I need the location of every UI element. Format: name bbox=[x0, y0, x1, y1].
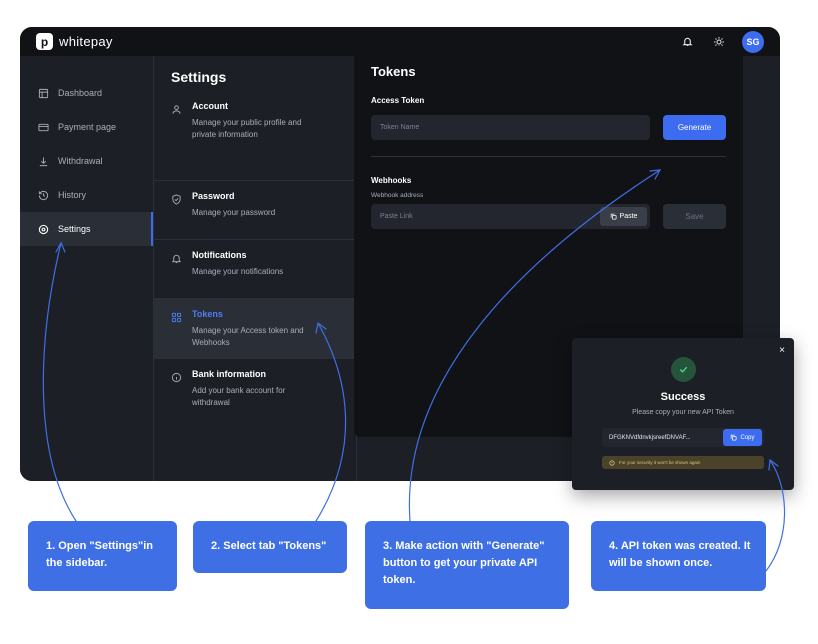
clipboard-icon bbox=[610, 213, 617, 220]
settings-item-desc: Add your bank account for withdrawal bbox=[192, 386, 286, 407]
shield-icon bbox=[171, 192, 182, 205]
grid-icon bbox=[171, 310, 182, 323]
card-icon bbox=[37, 121, 49, 133]
settings-item-name: Bank information bbox=[192, 369, 267, 379]
security-warning: For your security it won't be shown agai… bbox=[602, 456, 764, 469]
settings-item-tokens[interactable]: Tokens Manage your Access token and Webh… bbox=[154, 299, 356, 359]
settings-item-desc: Manage your notifications bbox=[192, 267, 284, 276]
settings-item-name: Tokens bbox=[192, 309, 223, 319]
download-icon bbox=[37, 155, 49, 167]
settings-item-name: Password bbox=[192, 191, 235, 201]
sidebar-item-label: Payment page bbox=[58, 122, 117, 132]
settings-item-name: Notifications bbox=[192, 250, 247, 260]
paste-label: Paste bbox=[619, 213, 638, 220]
user-icon bbox=[171, 102, 182, 114]
callout-step-1: 1. Open "Settings"in the sidebar. bbox=[28, 521, 177, 591]
sidebar-item-payment-page[interactable]: Payment page bbox=[20, 110, 153, 144]
copy-icon bbox=[731, 434, 737, 441]
logo-text: whitepay bbox=[59, 34, 113, 49]
sidebar-item-withdrawal[interactable]: Withdrawal bbox=[20, 144, 153, 178]
avatar[interactable]: SG bbox=[742, 30, 764, 53]
sidebar-item-history[interactable]: History bbox=[20, 178, 153, 212]
settings-title: Settings bbox=[171, 69, 227, 85]
close-icon[interactable]: × bbox=[779, 345, 785, 356]
callout-step-3: 3. Make action with "Generate" button to… bbox=[365, 521, 569, 609]
sidebar: Dashboard Payment page Withdrawal Histor… bbox=[20, 56, 154, 481]
success-popup: × Success Please copy your new API Token… bbox=[572, 338, 794, 490]
popup-title: Success bbox=[660, 391, 706, 403]
generate-button[interactable]: Generate bbox=[663, 115, 726, 140]
settings-item-password[interactable]: Password Manage your password bbox=[154, 181, 356, 240]
tokens-title: Tokens bbox=[371, 64, 416, 79]
token-value: DFGKNVdfdnvkjsreefDNVAF... bbox=[609, 434, 691, 441]
settings-item-bank-information[interactable]: Bank information Add your bank account f… bbox=[154, 359, 356, 429]
warning-icon bbox=[609, 459, 615, 466]
token-name-input[interactable]: Token Name bbox=[371, 115, 650, 140]
gear-icon bbox=[37, 223, 49, 235]
history-icon bbox=[37, 189, 49, 201]
logo[interactable]: p whitepay bbox=[36, 33, 113, 50]
paste-button[interactable]: Paste bbox=[600, 207, 647, 226]
sidebar-item-label: Dashboard bbox=[58, 88, 103, 98]
sidebar-item-dashboard[interactable]: Dashboard bbox=[20, 76, 153, 110]
copy-button[interactable]: Copy bbox=[723, 429, 762, 446]
access-token-label: Access Token bbox=[371, 96, 425, 105]
settings-panel: Settings Account Manage your public prof… bbox=[154, 56, 357, 481]
divider bbox=[371, 156, 726, 157]
webhook-address-label: Webhook address bbox=[371, 192, 424, 199]
callout-step-2: 2. Select tab "Tokens" bbox=[193, 521, 347, 573]
warning-text: For your security it won't be shown agai… bbox=[619, 460, 701, 465]
sidebar-item-label: History bbox=[58, 190, 87, 200]
sidebar-item-settings[interactable]: Settings bbox=[20, 212, 153, 246]
logo-mark: p bbox=[36, 33, 53, 50]
dashboard-icon bbox=[37, 87, 49, 99]
sidebar-item-label: Settings bbox=[58, 224, 91, 234]
info-icon bbox=[171, 370, 182, 383]
copy-label: Copy bbox=[740, 434, 755, 441]
popup-subtitle: Please copy your new API Token bbox=[632, 409, 734, 416]
settings-item-desc: Manage your public profile and private i… bbox=[192, 118, 302, 139]
settings-item-desc: Manage your Access token and Webhooks bbox=[192, 326, 304, 347]
settings-item-desc: Manage your password bbox=[192, 208, 276, 217]
settings-item-name: Account bbox=[192, 101, 228, 111]
save-button[interactable]: Save bbox=[663, 204, 726, 229]
settings-item-notifications[interactable]: Notifications Manage your notifications bbox=[154, 240, 356, 299]
check-icon bbox=[671, 357, 696, 382]
webhook-placeholder: Paste Link bbox=[380, 213, 413, 220]
callout-step-4: 4. API token was created. It will be sho… bbox=[591, 521, 766, 591]
settings-item-account[interactable]: Account Manage your public profile and p… bbox=[154, 101, 356, 181]
sidebar-item-label: Withdrawal bbox=[58, 156, 103, 166]
webhooks-label: Webhooks bbox=[371, 176, 412, 185]
webhook-address-input[interactable]: Paste Link Paste bbox=[371, 204, 650, 229]
token-value-field[interactable]: DFGKNVdfdnvkjsreefDNVAF... Copy bbox=[602, 428, 764, 447]
bell-icon bbox=[171, 251, 182, 264]
